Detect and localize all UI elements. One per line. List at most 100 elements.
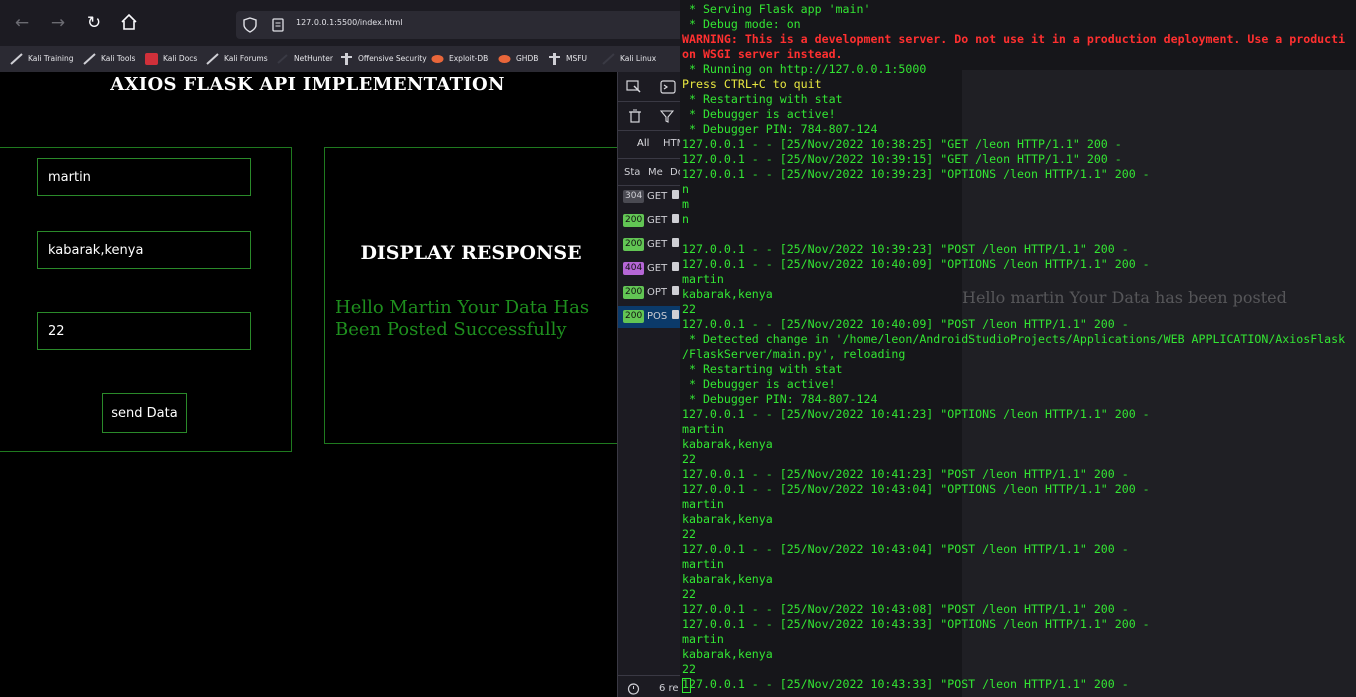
terminal-line: * Restarting with stat — [682, 92, 843, 106]
terminal-line: 127.0.0.1 - - [25/Nov/2022 10:38:25] "GE… — [682, 137, 1122, 151]
request-row[interactable]: 404 GET — [618, 258, 680, 280]
request-method: GET — [647, 239, 668, 250]
terminal-line: m — [682, 197, 689, 211]
terminal-line: martin — [682, 422, 724, 436]
bookmark-kali-forums[interactable]: Kali Forums — [206, 52, 268, 66]
terminal-line: * Restarting with stat — [682, 362, 843, 376]
home-icon[interactable] — [119, 13, 139, 33]
terminal-window: Hello martin Your Data has been posted *… — [680, 0, 1356, 697]
bookmark-ghdb[interactable]: GHDB — [498, 52, 538, 66]
status-badge: 200 — [623, 310, 645, 323]
docs-icon — [145, 53, 158, 65]
bookmark-kali-linux[interactable]: Kali Linux — [602, 52, 656, 66]
bookmark-offensive-security[interactable]: Offensive Security — [340, 52, 427, 66]
location-input[interactable] — [37, 231, 251, 269]
terminal-line: 127.0.0.1 - - [25/Nov/2022 10:39:15] "GE… — [682, 152, 1122, 166]
exploit-db-icon — [431, 53, 444, 65]
method-column-header[interactable]: Me — [648, 167, 663, 178]
terminal-line: kabarak,kenya — [682, 647, 773, 661]
request-method: OPT — [647, 287, 668, 298]
terminal-line: * Debug mode: on — [682, 17, 801, 31]
terminal-line: kabarak,kenya — [682, 287, 773, 301]
status-badge: 304 — [623, 190, 645, 203]
terminal-line: * Debugger is active! — [682, 377, 836, 391]
kali-dragon-icon — [206, 53, 219, 65]
reload-icon[interactable]: ↻ — [84, 13, 104, 33]
terminal-line: 127.0.0.1 - - [25/Nov/2022 10:43:33] "PO… — [682, 677, 1129, 691]
bookmark-nethunter[interactable]: NetHunter — [276, 52, 333, 66]
request-method: GET — [647, 263, 668, 274]
kali-dragon-icon — [10, 53, 23, 65]
terminal-line: 127.0.0.1 - - [25/Nov/2022 10:43:08] "PO… — [682, 602, 1129, 616]
element-picker-icon[interactable] — [626, 80, 642, 94]
status-column-header[interactable]: Sta — [624, 167, 640, 178]
offsec-icon — [340, 53, 353, 65]
terminal-line: n — [682, 182, 689, 196]
name-input[interactable] — [37, 158, 251, 196]
request-method: POS — [647, 311, 668, 322]
web-page: AXIOS FLASK API IMPLEMENTATION send Data… — [0, 72, 626, 697]
bookmark-exploit-db[interactable]: Exploit-DB — [431, 52, 488, 66]
bookmark-kali-docs[interactable]: Kali Docs — [145, 52, 197, 66]
status-badge: 200 — [623, 286, 645, 299]
terminal-line: 127.0.0.1 - - [25/Nov/2022 10:43:04] "PO… — [682, 542, 1129, 556]
filter-html-tab[interactable]: HTM — [663, 138, 680, 149]
domain-column-header[interactable]: Do — [670, 167, 680, 178]
terminal-line: * Debugger is active! — [682, 107, 836, 121]
terminal-line: * Running on http://127.0.0.1:5000 — [682, 62, 927, 76]
terminal-line: kabarak,kenya — [682, 512, 773, 526]
lock-icon — [672, 262, 679, 271]
terminal-line: * Serving Flask app 'main' — [682, 2, 871, 16]
browser-window: ← → ↻ 127.0.0.1:5500/index.html Kali Tra… — [0, 0, 680, 697]
terminal-line: /FlaskServer/main.py', reloading — [682, 347, 906, 361]
terminal-line: 127.0.0.1 - - [25/Nov/2022 10:41:23] "PO… — [682, 467, 1129, 481]
kali-dragon-icon — [602, 53, 615, 65]
devtools-network-panel: All HTM Sta Me Do 304GET200GET200GET404G… — [617, 72, 680, 697]
terminal-line: 127.0.0.1 - - [25/Nov/2022 10:41:23] "OP… — [682, 407, 1150, 421]
request-row[interactable]: 200 OPT — [618, 282, 680, 304]
page-info-icon[interactable] — [270, 17, 286, 33]
msfu-icon — [548, 53, 561, 65]
terminal-line: 22 — [682, 302, 696, 316]
terminal-line: n — [682, 212, 689, 226]
request-row[interactable]: 200 GET — [618, 210, 680, 232]
terminal-line: 127.0.0.1 - - [25/Nov/2022 10:43:04] "OP… — [682, 482, 1150, 496]
response-message: Hello Martin Your Data Has Been Posted S… — [335, 297, 590, 340]
bookmarks-toolbar: Kali Training Kali Tools Kali Docs Kali … — [0, 46, 680, 72]
terminal-cursor[interactable] — [682, 678, 691, 693]
terminal-line: martin — [682, 632, 724, 646]
shield-icon[interactable] — [242, 17, 258, 33]
forward-arrow-icon[interactable]: → — [48, 13, 68, 33]
request-row[interactable]: 304 GET — [618, 186, 680, 208]
terminal-line: * Debugger PIN: 784-807-124 — [682, 392, 878, 406]
terminal-line: kabarak,kenya — [682, 572, 773, 586]
send-data-button[interactable]: send Data — [102, 393, 187, 433]
age-input[interactable] — [37, 312, 251, 350]
filter-all-tab[interactable]: All — [637, 138, 649, 149]
terminal-line: 127.0.0.1 - - [25/Nov/2022 10:39:23] "PO… — [682, 242, 1129, 256]
status-badge: 200 — [623, 214, 645, 227]
terminal-line: * Detected change in '/home/leon/Android… — [682, 332, 1346, 346]
response-heading: DISPLAY RESPONSE — [360, 242, 582, 264]
status-badge: 200 — [623, 238, 645, 251]
request-method: GET — [647, 191, 668, 202]
terminal-line: martin — [682, 272, 724, 286]
request-row[interactable]: 200 POS — [618, 306, 680, 328]
terminal-line: * Debugger PIN: 784-807-124 — [682, 122, 878, 136]
browser-toolbar: ← → ↻ 127.0.0.1:5500/index.html — [0, 0, 680, 46]
terminal-output: * Serving Flask app 'main' * Debug mode:… — [682, 2, 1356, 692]
console-icon[interactable] — [660, 80, 676, 94]
url-text: 127.0.0.1:5500/index.html — [296, 18, 403, 27]
request-row[interactable]: 200 GET — [618, 234, 680, 256]
back-arrow-icon[interactable]: ← — [12, 13, 32, 33]
bookmark-msfu[interactable]: MSFU — [548, 52, 587, 66]
address-bar[interactable]: 127.0.0.1:5500/index.html — [236, 11, 680, 39]
lock-icon — [672, 214, 679, 223]
bookmark-kali-training[interactable]: Kali Training — [10, 52, 74, 66]
filter-icon[interactable] — [659, 109, 675, 123]
terminal-line: 22 — [682, 662, 696, 676]
lock-icon — [672, 238, 679, 247]
trash-icon[interactable] — [627, 109, 643, 123]
bookmark-kali-tools[interactable]: Kali Tools — [83, 52, 135, 66]
